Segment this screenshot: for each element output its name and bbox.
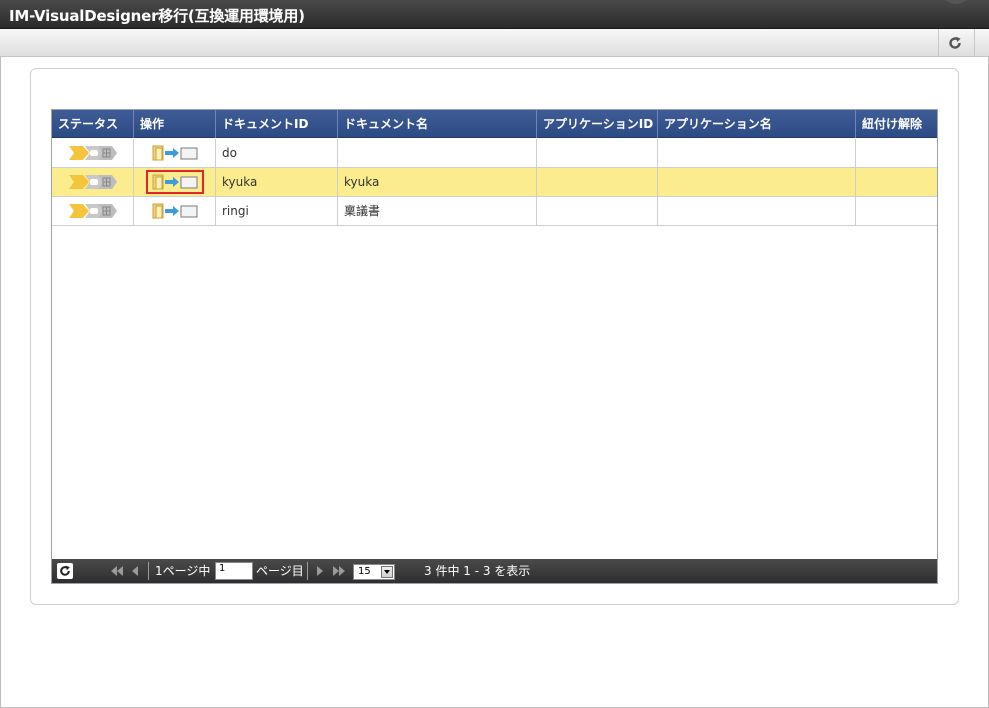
column-header-application-id[interactable]: アプリケーションID xyxy=(537,110,658,138)
pager-page-size-value: 15 xyxy=(358,566,371,577)
chevron-down-icon xyxy=(381,566,393,578)
document-name-cell: 稟議書 xyxy=(338,197,537,225)
column-header-document-id[interactable]: ドキュメントID xyxy=(216,110,338,138)
document-id-cell: kyuka xyxy=(216,168,338,196)
next-page-icon xyxy=(317,566,323,576)
operation-cell xyxy=(134,197,216,225)
reload-icon xyxy=(60,565,70,576)
migrate-document-icon[interactable] xyxy=(151,174,199,190)
column-header-application-name[interactable]: アプリケーション名 xyxy=(658,110,856,138)
table-row-selected[interactable]: kyuka kyuka xyxy=(52,168,937,197)
operation-cell xyxy=(134,139,216,167)
document-name-cell xyxy=(338,139,537,167)
toolbar xyxy=(0,29,989,57)
pager-next-button[interactable] xyxy=(315,563,325,579)
status-progress-icon xyxy=(68,204,117,218)
application-id-cell xyxy=(537,139,658,167)
column-header-status[interactable]: ステータス xyxy=(52,110,134,138)
pager-last-button[interactable] xyxy=(332,563,346,579)
grid-pager: 1ページ中 1 ページ目 15 3 件中 1 - 3 を表示 xyxy=(52,559,937,583)
prev-page-icon xyxy=(132,566,138,576)
operation-cell xyxy=(134,168,216,196)
status-progress-icon xyxy=(68,146,117,160)
titlebar-corner-decoration xyxy=(941,0,971,4)
pager-summary: 3 件中 1 - 3 を表示 xyxy=(424,564,531,578)
pager-prev-button[interactable] xyxy=(130,563,140,579)
column-header-operation[interactable]: 操作 xyxy=(134,110,216,138)
status-progress-icon xyxy=(68,175,117,189)
table-row[interactable]: ringi 稟議書 xyxy=(52,197,937,226)
application-id-cell xyxy=(537,197,658,225)
unlink-cell xyxy=(856,139,937,167)
application-name-cell xyxy=(658,168,856,196)
window-titlebar: IM-VisualDesigner移行(互換運用環境用) xyxy=(0,0,989,29)
application-name-cell xyxy=(658,139,856,167)
status-cell xyxy=(52,168,134,196)
last-page-icon xyxy=(333,566,345,576)
refresh-icon xyxy=(949,36,961,49)
pager-page-suffix: ページ目 xyxy=(256,564,304,578)
pager-reload-button[interactable] xyxy=(57,563,73,579)
unlink-cell xyxy=(856,197,937,225)
grid-header: ステータス 操作 ドキュメントID ドキュメント名 アプリケーションID アプリ… xyxy=(52,110,937,138)
toolbar-divider xyxy=(938,29,939,57)
document-id-cell: ringi xyxy=(216,197,338,225)
document-id-cell: do xyxy=(216,139,338,167)
document-grid: ステータス 操作 ドキュメントID ドキュメント名 アプリケーションID アプリ… xyxy=(51,109,938,584)
first-page-icon xyxy=(111,566,123,576)
application-id-cell xyxy=(537,168,658,196)
toolbar-refresh-button[interactable] xyxy=(945,34,965,52)
status-cell xyxy=(52,139,134,167)
document-name-cell: kyuka xyxy=(338,168,537,196)
window-title: IM-VisualDesigner移行(互換運用環境用) xyxy=(9,7,305,25)
pager-divider xyxy=(148,562,149,580)
pager-page-size-select[interactable]: 15 xyxy=(353,564,395,580)
pager-page-input[interactable]: 1 xyxy=(215,562,253,580)
unlink-cell xyxy=(856,168,937,196)
column-header-unlink[interactable]: 紐付け解除 xyxy=(856,110,937,138)
table-row[interactable]: do xyxy=(52,139,937,168)
application-name-cell xyxy=(658,197,856,225)
pager-page-prefix: 1ページ中 xyxy=(155,564,211,578)
toolbar-divider xyxy=(974,29,975,57)
pager-divider xyxy=(307,562,308,580)
migrate-document-icon[interactable] xyxy=(151,203,199,219)
pager-first-button[interactable] xyxy=(110,563,124,579)
migrate-document-icon[interactable] xyxy=(151,145,199,161)
column-header-document-name[interactable]: ドキュメント名 xyxy=(338,110,537,138)
status-cell xyxy=(52,197,134,225)
